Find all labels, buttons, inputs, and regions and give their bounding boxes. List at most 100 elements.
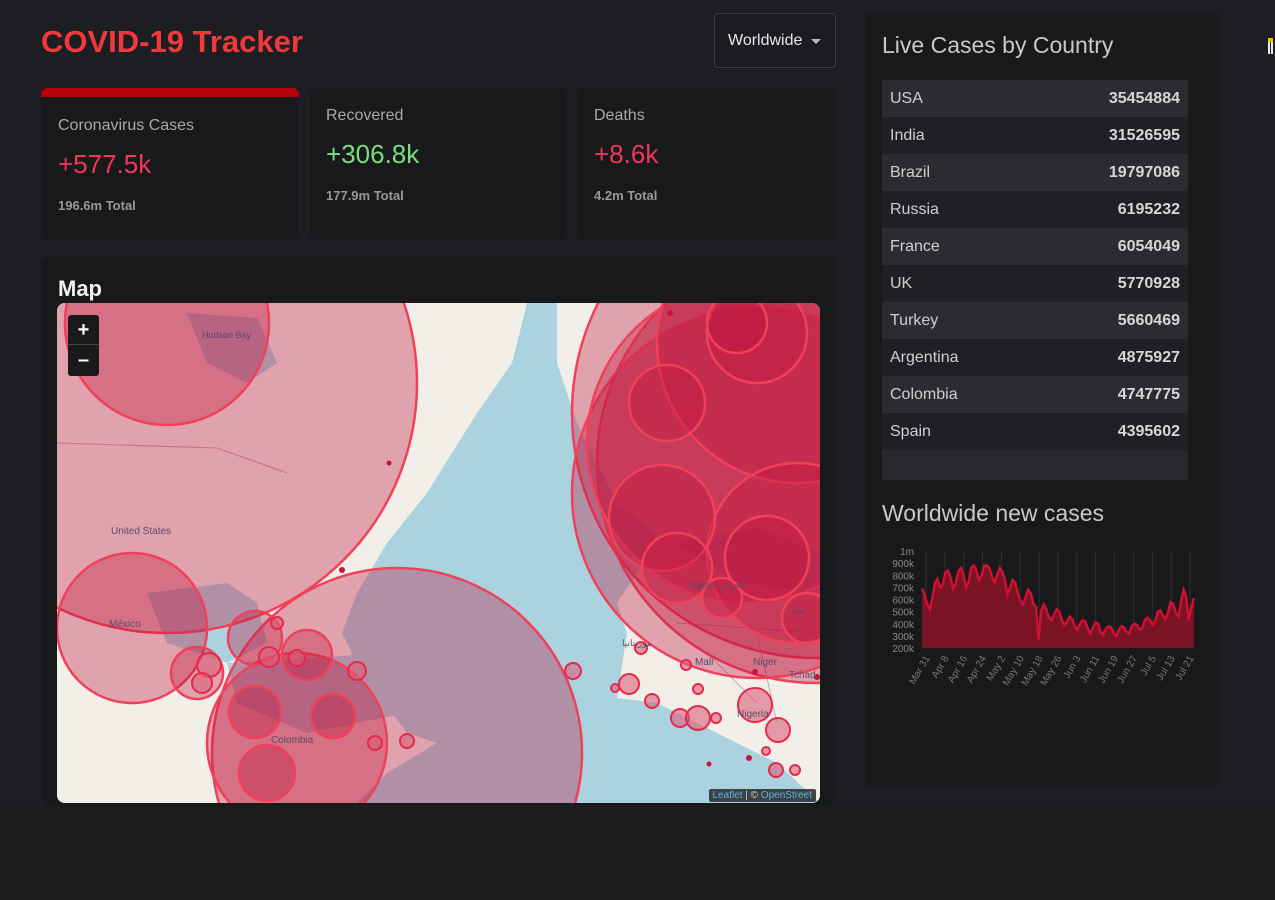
table-row: Turkey 5660469 <box>882 302 1188 339</box>
country-name: Colombia <box>890 385 958 403</box>
table-row: UK 5770928 <box>882 265 1188 302</box>
country-cases: 6054049 <box>1117 237 1180 255</box>
leaflet-link[interactable]: Leaflet <box>713 790 743 801</box>
chart-y-tick-label: 600k <box>892 596 915 607</box>
case-marker[interactable] <box>680 659 692 671</box>
table-row: USA 35454884 <box>882 80 1188 117</box>
country-cases: 4747775 <box>1117 385 1180 403</box>
chart-y-tick-label: 800k <box>892 571 915 582</box>
chart-x-tick-label: Jul 21 <box>1174 654 1197 683</box>
table-row: India 31526595 <box>882 117 1188 154</box>
attribution-separator: | © <box>742 790 761 801</box>
table-row: Brazil 19797086 <box>882 154 1188 191</box>
case-marker[interactable] <box>399 733 415 749</box>
map-card: Map Hudson Bay United States México Colo… <box>41 256 836 805</box>
country-cases: 19797086 <box>1108 163 1180 181</box>
chart-x-tick-label: Mar 31 <box>908 654 933 687</box>
map-label-niger: Niger <box>753 657 778 668</box>
table-row: France 6054049 <box>882 228 1188 265</box>
country-name: USA <box>890 89 923 107</box>
case-dot[interactable] <box>746 755 752 761</box>
app: COVID-19 Tracker Worldwide Coronavirus C… <box>0 0 1275 805</box>
chevron-down-icon <box>811 39 821 44</box>
case-circle[interactable] <box>227 684 283 740</box>
map-view[interactable]: Hudson Bay United States México Colombia… <box>57 303 820 803</box>
active-indicator <box>41 88 299 97</box>
case-dot[interactable] <box>339 567 345 573</box>
case-circle[interactable] <box>627 363 707 443</box>
zoom-control: + – <box>68 315 99 376</box>
stat-value: +306.8k <box>326 139 420 169</box>
country-name: Russia <box>890 200 939 218</box>
case-circle[interactable] <box>309 692 357 740</box>
case-marker[interactable] <box>692 683 704 695</box>
case-marker[interactable] <box>347 661 367 681</box>
sidebar: Live Cases by Country USA 35454884 India 3… <box>865 12 1220 787</box>
country-name: UK <box>890 274 913 292</box>
map-canvas[interactable]: Hudson Bay United States México Colombia… <box>57 303 820 803</box>
case-marker[interactable] <box>564 662 582 680</box>
map-label-tchad: Tchad <box>789 670 816 681</box>
chart-y-tick-label: 200k <box>892 644 915 655</box>
case-marker[interactable] <box>618 673 640 695</box>
country-table[interactable]: USA 35454884 India 31526595 Brazil 19797086… <box>882 80 1188 480</box>
map-label-algeria: Algérie الجزائر <box>689 580 746 591</box>
map-label-mexico: México <box>109 619 141 630</box>
country-name: Turkey <box>890 311 939 329</box>
case-dot[interactable] <box>667 310 673 316</box>
zoom-in-button[interactable]: + <box>68 315 99 345</box>
case-marker[interactable] <box>761 746 771 756</box>
country-cases: 5660469 <box>1117 311 1180 329</box>
case-marker[interactable] <box>258 646 280 668</box>
case-marker[interactable] <box>768 762 784 778</box>
case-marker[interactable] <box>367 735 383 751</box>
case-marker[interactable] <box>644 693 660 709</box>
case-dot[interactable] <box>386 460 392 466</box>
stat-label: Recovered <box>326 107 404 124</box>
country-name: Spain <box>890 422 931 440</box>
case-circle[interactable] <box>237 743 297 803</box>
case-marker[interactable] <box>610 683 620 693</box>
case-marker[interactable] <box>765 717 791 743</box>
table-row: Spain 4395602 <box>882 413 1188 450</box>
stat-card-deaths[interactable]: Deaths +8.6k 4.2m Total <box>577 88 836 240</box>
stat-card-recovered[interactable]: Recovered +306.8k 177.9m Total <box>309 88 567 240</box>
zoom-out-button[interactable]: – <box>68 345 99 375</box>
case-circle[interactable] <box>780 591 820 645</box>
openstreetmap-link[interactable]: OpenStreet <box>761 790 812 801</box>
case-dot[interactable] <box>706 761 712 767</box>
country-cases: 4875927 <box>1117 348 1180 366</box>
case-marker[interactable] <box>710 712 722 724</box>
case-marker[interactable] <box>270 616 284 630</box>
case-marker[interactable] <box>191 672 213 694</box>
table-row: Russia 6195232 <box>882 191 1188 228</box>
map-attribution: Leaflet | © OpenStreet <box>708 789 816 802</box>
chart-y-tick-label: 700k <box>892 583 915 594</box>
app-title: COVID-19 Tracker <box>41 24 303 59</box>
chart-x-tick-label: Apr 24 <box>965 654 989 685</box>
map-label-mauritania: موريتانيا <box>622 638 652 649</box>
country-cases: 35454884 <box>1108 89 1180 107</box>
stat-label: Deaths <box>594 107 645 124</box>
case-marker[interactable] <box>288 649 306 667</box>
case-marker[interactable] <box>685 705 711 731</box>
case-dot[interactable] <box>752 669 758 675</box>
table-row: Argentina 4875927 <box>882 339 1188 376</box>
country-cases: 5770928 <box>1117 274 1180 292</box>
map-label-colombia: Colombia <box>271 735 314 746</box>
country-select[interactable]: Worldwide <box>714 13 836 68</box>
country-name: France <box>890 237 940 255</box>
stat-total: 196.6m Total <box>58 198 136 213</box>
case-marker[interactable] <box>789 764 801 776</box>
map-label-united-states: United States <box>111 526 171 537</box>
map-title: Map <box>58 276 102 301</box>
map-label-hudson-bay: Hudson Bay <box>202 330 252 340</box>
chart-y-tick-label: 900k <box>892 559 915 570</box>
country-list: USA 35454884 India 31526595 Brazil 19797086… <box>882 80 1188 450</box>
map-label-nigeria: Nigeria <box>737 709 769 720</box>
case-circle[interactable] <box>705 303 769 355</box>
country-cases: 4395602 <box>1117 422 1180 440</box>
stat-card-cases[interactable]: Coronavirus Cases +577.5k 196.6m Total <box>41 88 299 240</box>
stat-value: +577.5k <box>58 149 152 179</box>
country-cases: 6195232 <box>1117 200 1180 218</box>
